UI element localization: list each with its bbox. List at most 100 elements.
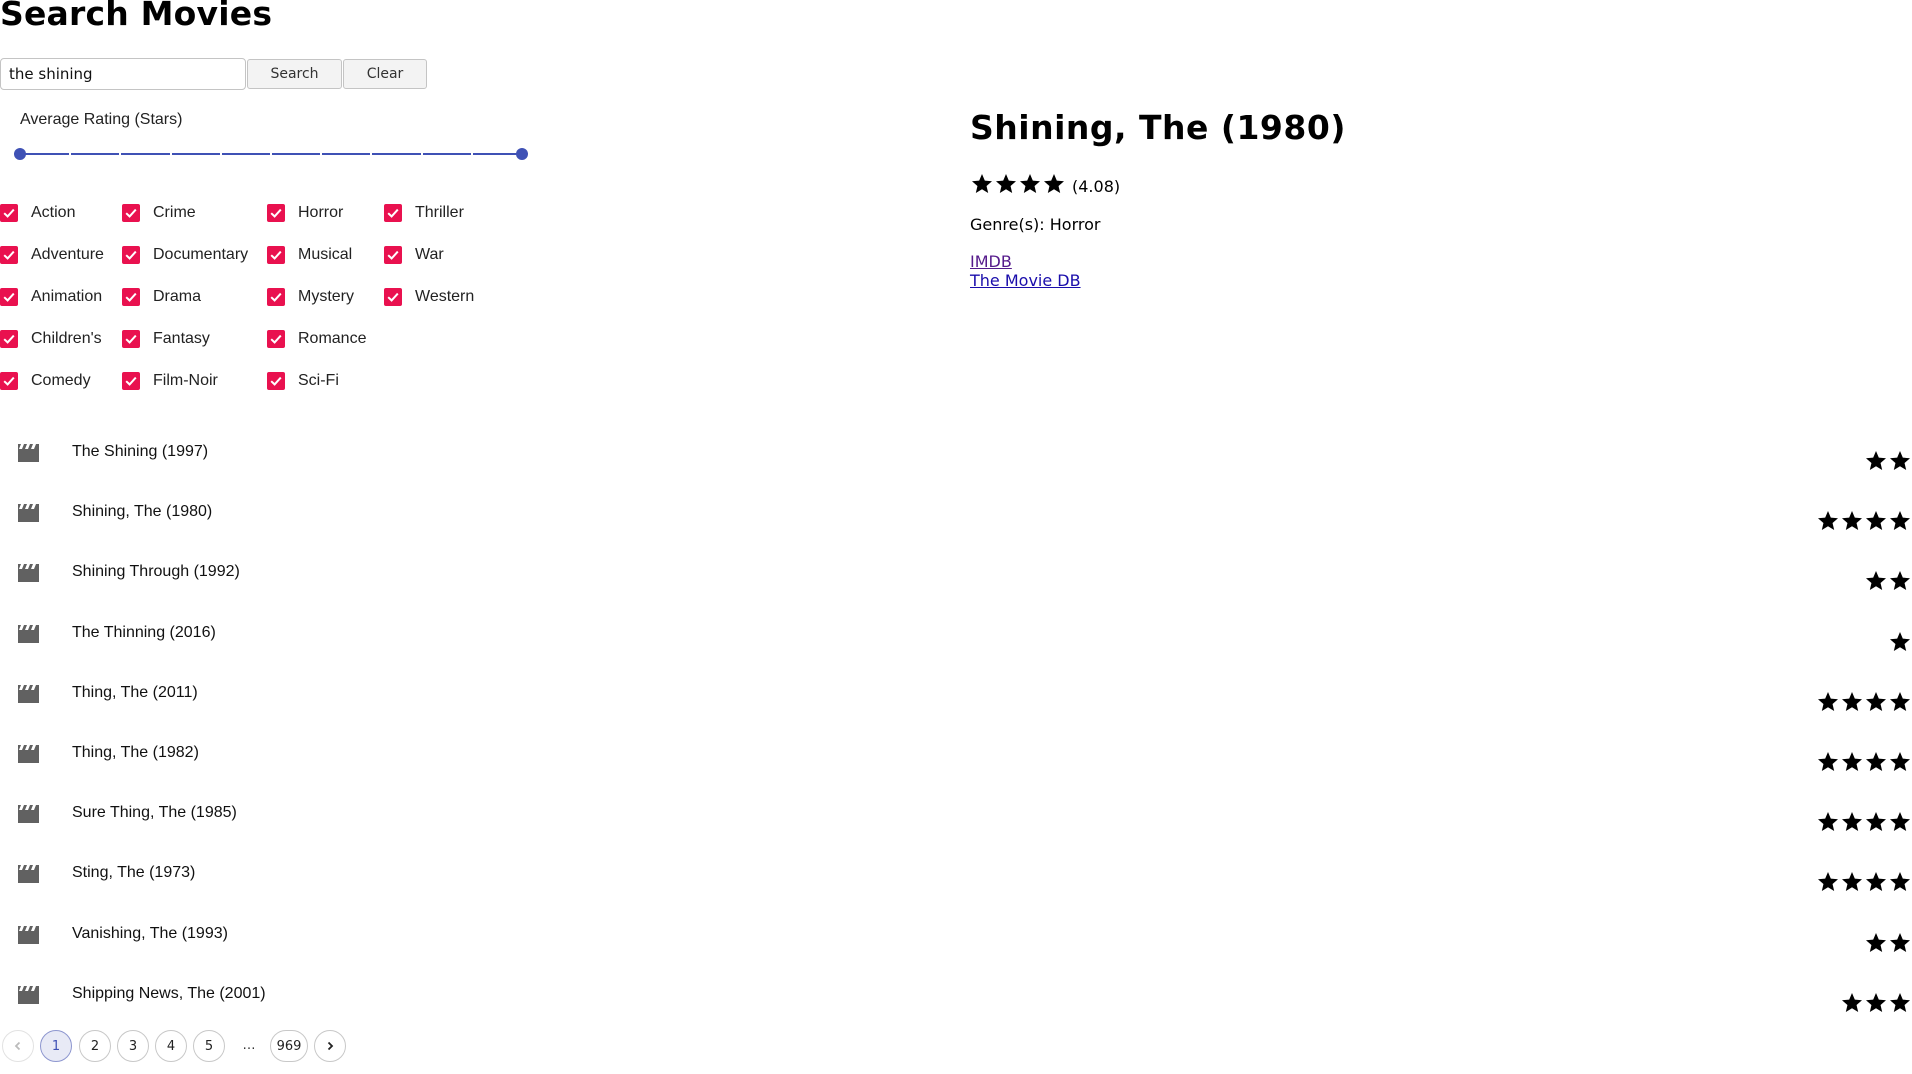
genre-label: Animation [31, 288, 103, 305]
genre-checkbox[interactable] [0, 246, 18, 264]
movie-db-link[interactable]: The Movie DB [970, 271, 1081, 290]
search-input[interactable] [0, 58, 246, 90]
genre-checkbox[interactable] [0, 372, 18, 390]
genre-option[interactable]: Action [0, 201, 75, 225]
genre-label: Mystery [298, 288, 354, 305]
movie-rating-stars [1864, 931, 1912, 955]
genre-option[interactable]: Musical [267, 243, 352, 267]
genre-option[interactable]: Sci-Fi [267, 369, 339, 393]
movie-title: Shining, The (1980) [72, 503, 213, 521]
movie-row[interactable]: The Shining (1997) [0, 435, 1912, 475]
slider-max-thumb[interactable] [516, 148, 528, 160]
genre-option[interactable]: War [384, 243, 444, 267]
genre-checkbox[interactable] [267, 246, 285, 264]
page-button-last[interactable]: 969 [270, 1030, 308, 1062]
detail-rating: (4.08) [970, 172, 1120, 196]
movie-row[interactable]: Shining Through (1992) [0, 555, 1912, 595]
movie-row[interactable]: Sting, The (1973) [0, 856, 1912, 896]
rating-range-slider[interactable] [14, 147, 528, 163]
genre-option[interactable]: Drama [122, 285, 201, 309]
movie-rating-stars [1864, 449, 1912, 473]
genre-option[interactable]: Adventure [0, 243, 104, 267]
slider-min-thumb[interactable] [14, 148, 26, 160]
checkmark-icon [3, 208, 15, 218]
movie-row[interactable]: Thing, The (2011) [0, 676, 1912, 716]
checkmark-icon [387, 208, 399, 218]
movie-row[interactable]: The Thinning (2016) [0, 616, 1912, 656]
star-icon [1890, 752, 1910, 771]
genre-checkbox[interactable] [122, 204, 140, 222]
genre-checkbox[interactable] [0, 288, 18, 306]
genre-checkbox[interactable] [384, 204, 402, 222]
clapperboard-icon [18, 805, 39, 824]
genre-option[interactable]: Western [384, 285, 474, 309]
movie-row[interactable]: Thing, The (1982) [0, 736, 1912, 776]
genre-checkbox[interactable] [267, 372, 285, 390]
star-icon [1866, 752, 1886, 771]
clapperboard-icon [18, 444, 39, 462]
movie-row[interactable]: Vanishing, The (1993) [0, 917, 1912, 957]
checkmark-icon [387, 250, 399, 260]
genre-checkbox[interactable] [122, 246, 140, 264]
genre-option[interactable]: Romance [267, 327, 366, 351]
slider-tick [320, 153, 323, 155]
genre-option[interactable]: Fantasy [122, 327, 210, 351]
page-button[interactable]: 5 [193, 1030, 225, 1062]
slider-tick [270, 153, 272, 155]
movie-row[interactable]: Shipping News, The (2001) [0, 977, 1912, 1017]
genre-label: Comedy [31, 372, 91, 389]
clapperboard-icon [18, 504, 39, 523]
genre-checkbox[interactable] [267, 288, 285, 306]
page-button[interactable]: 1 [40, 1030, 72, 1062]
genre-option[interactable]: Crime [122, 201, 196, 225]
clapperboard-icon [18, 745, 39, 763]
genre-checkbox[interactable] [267, 204, 285, 222]
genre-option[interactable]: Children's [0, 327, 102, 351]
checkmark-icon [270, 292, 282, 302]
page-button[interactable]: 2 [79, 1030, 111, 1062]
genre-option[interactable]: Horror [267, 201, 343, 225]
genre-checkbox[interactable] [267, 330, 285, 348]
prev-page-button[interactable] [2, 1030, 34, 1062]
genre-checkbox[interactable] [122, 288, 140, 306]
clear-button[interactable]: Clear [343, 59, 427, 89]
pagination-ellipsis: … [242, 1038, 256, 1053]
star-icon [1842, 511, 1862, 531]
genre-checkbox[interactable] [384, 246, 402, 264]
checkmark-icon [125, 250, 137, 260]
movie-rating-stars [1888, 630, 1912, 654]
genre-label: Thriller [415, 204, 464, 221]
genre-checkbox[interactable] [0, 204, 18, 222]
movie-row[interactable]: Shining, The (1980) [0, 495, 1912, 535]
genre-checkbox[interactable] [0, 330, 18, 348]
genre-option[interactable]: Documentary [122, 243, 248, 267]
detail-stars [970, 172, 1066, 196]
checkmark-icon [125, 334, 137, 344]
next-page-button[interactable] [314, 1030, 346, 1062]
search-button[interactable]: Search [247, 59, 342, 89]
movie-row[interactable]: Sure Thing, The (1985) [0, 796, 1912, 836]
genre-option[interactable]: Animation [0, 285, 102, 309]
genre-option[interactable]: Film-Noir [122, 369, 218, 393]
imdb-link[interactable]: IMDB [970, 252, 1081, 271]
movie-title: The Thinning (2016) [72, 623, 216, 641]
page-button[interactable]: 3 [117, 1030, 149, 1062]
genre-checkbox[interactable] [384, 288, 402, 306]
chevron-left-icon [14, 1041, 21, 1051]
genre-option[interactable]: Comedy [0, 369, 91, 393]
star-icon [1866, 451, 1886, 470]
star-icon [1866, 932, 1886, 952]
genre-checkbox[interactable] [122, 372, 140, 390]
page-button[interactable]: 4 [155, 1030, 187, 1062]
star-icon [1866, 812, 1886, 832]
movie-rating-stars [1816, 750, 1912, 774]
movie-title: Sure Thing, The (1985) [72, 804, 237, 822]
star-icon [1818, 812, 1838, 832]
chevron-right-icon [327, 1041, 334, 1051]
genre-option[interactable]: Mystery [267, 285, 354, 309]
genre-checkbox[interactable] [122, 330, 140, 348]
genre-option[interactable]: Thriller [384, 201, 464, 225]
star-icon [1020, 174, 1040, 193]
star-icon [1866, 571, 1886, 591]
clapperboard-icon [18, 624, 39, 643]
